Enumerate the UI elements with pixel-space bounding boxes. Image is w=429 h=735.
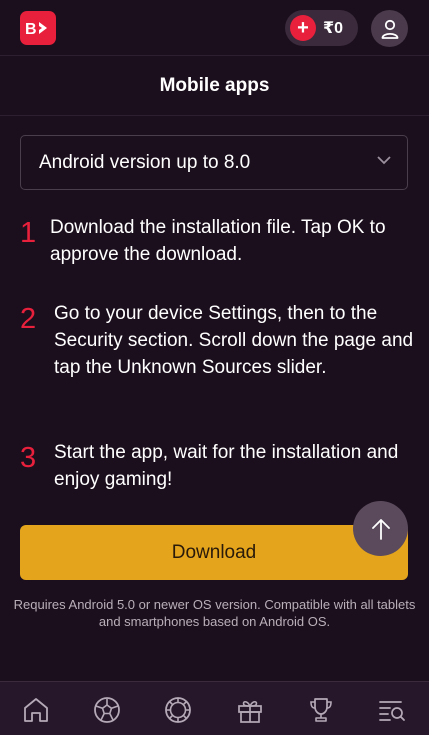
download-button[interactable]: Download — [20, 525, 408, 580]
step-number: 2 — [20, 303, 37, 335]
top-bar: B + ₹0 — [0, 0, 429, 56]
balance-amount: ₹0 — [323, 20, 344, 37]
step-number: 1 — [20, 217, 37, 249]
svg-text:B: B — [25, 21, 37, 36]
step-text: Start the app, wait for the installation… — [54, 442, 399, 490]
page-title: Mobile apps — [0, 56, 429, 116]
soccer-ball-icon — [94, 697, 120, 723]
requirements-note: Requires Android 5.0 or newer OS version… — [13, 597, 416, 629]
step-1: 1 Download the installation file. Tap OK… — [20, 214, 415, 268]
step-text: Go to your device Settings, then to the … — [54, 303, 414, 378]
trophy-icon — [310, 698, 332, 722]
user-icon — [381, 19, 398, 39]
home-icon — [24, 698, 48, 722]
gift-icon — [238, 700, 262, 723]
nav-home[interactable] — [21, 695, 51, 725]
chevron-down-icon — [377, 156, 391, 165]
android-version-select[interactable]: Android version up to 8.0 — [20, 135, 408, 190]
scroll-to-top-button[interactable] — [353, 501, 408, 556]
mobile-apps-page: B + ₹0 Mobile apps Android version up to… — [0, 0, 429, 735]
nav-tournaments[interactable] — [306, 695, 336, 725]
casino-chip-icon — [165, 697, 191, 723]
logo-mark-icon: B — [25, 21, 47, 36]
add-funds-icon[interactable]: + — [290, 15, 316, 41]
menu-search-icon — [379, 701, 405, 721]
brand-logo[interactable]: B — [20, 11, 56, 45]
step-number: 3 — [20, 442, 37, 474]
select-value: Android version up to 8.0 — [39, 151, 251, 173]
balance-button[interactable]: + ₹0 — [285, 10, 358, 46]
nav-promotions[interactable] — [235, 695, 265, 725]
nav-casino[interactable] — [163, 695, 193, 725]
step-3: 3 Start the app, wait for the installati… — [20, 439, 415, 493]
step-2: 2 Go to your device Settings, then to th… — [20, 300, 415, 381]
nav-menu[interactable] — [377, 695, 407, 725]
step-text: Download the installation file. Tap OK t… — [50, 217, 386, 265]
bottom-navigation — [0, 681, 429, 735]
nav-sports[interactable] — [92, 695, 122, 725]
profile-button[interactable] — [371, 10, 408, 47]
arrow-up-icon — [371, 518, 390, 540]
